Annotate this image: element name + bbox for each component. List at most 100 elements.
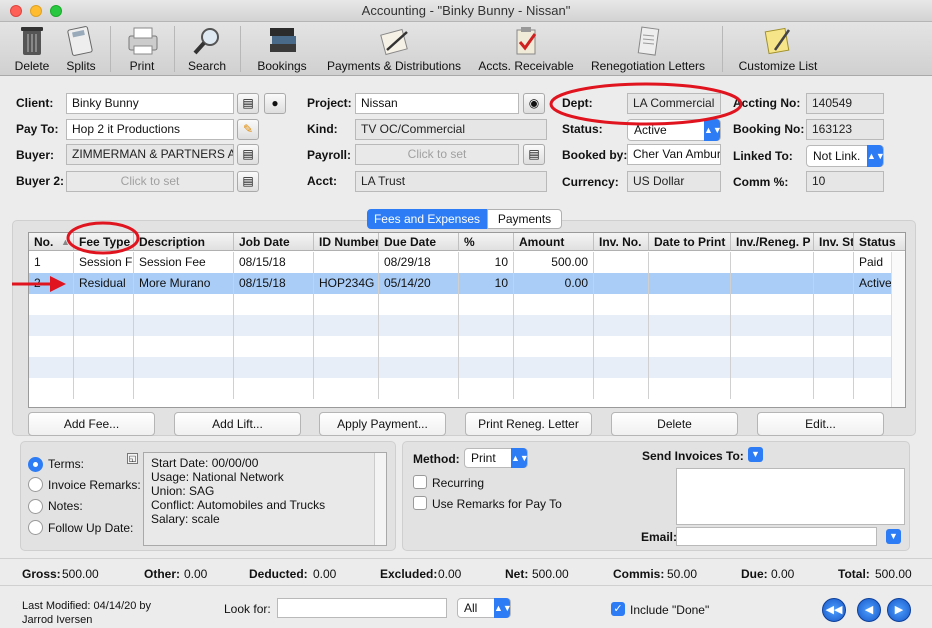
table-scrollbar[interactable] [891,252,905,407]
invoice-remarks-radio[interactable] [28,477,43,492]
column-header[interactable]: Status [854,233,905,251]
edit-fee-button[interactable]: Edit... [757,412,884,436]
payto-field[interactable]: Hop 2 it Productions [66,119,234,140]
terms-text-area[interactable]: Start Date: 00/00/00 Usage: National Netw… [143,452,387,546]
include-done-checkbox[interactable]: ✓ [611,602,625,616]
pencil-icon: ✎ [242,122,254,136]
column-header[interactable]: Amount [514,233,594,251]
dept-field[interactable]: LA Commercial [627,93,721,114]
printer-icon [127,26,158,56]
column-header[interactable]: No. ▲ [29,233,74,251]
method-select[interactable]: Print ▲▼ [464,448,529,468]
table-cell [814,378,854,399]
column-header[interactable]: Inv./Reneg. P [731,233,814,251]
email-field[interactable] [676,527,877,546]
card-icon: ▤ [242,147,254,161]
column-header[interactable]: % [459,233,514,251]
fees-table[interactable]: No. ▲ Fee Type Description Job Date ID Numbe… [28,232,906,408]
print-reneg-letter-button[interactable]: Print Reneg. Letter [465,412,592,436]
minimize-window-button[interactable] [30,5,42,17]
linked-select[interactable]: Not Link. ▲▼ [806,145,885,167]
delete-fee-button[interactable]: Delete [611,412,738,436]
empty-table-row[interactable] [29,378,905,399]
empty-table-row[interactable] [29,315,905,336]
terms-line: Conflict: Automobiles and Trucks [151,498,326,512]
search-toolbar-button[interactable]: Search [182,24,232,74]
booking-field[interactable]: 163123 [806,119,884,140]
project-field[interactable]: Nissan [355,93,519,114]
status-select[interactable]: Active ▲▼ [627,119,722,141]
comm-field[interactable]: 10 [806,171,884,192]
filter-select[interactable]: All ▲▼ [457,598,512,618]
email-label: Email: [641,530,678,544]
payments-distributions-toolbar-button[interactable]: Payments & Distributions [326,24,462,74]
send-invoices-list[interactable] [676,468,905,525]
buyer-card-button[interactable]: ▤ [237,144,259,165]
followup-radio[interactable] [28,520,43,535]
tab-payments[interactable]: Payments [487,209,562,229]
kind-field[interactable]: TV OC/Commercial [355,119,547,140]
acct-field[interactable]: LA Trust [355,171,547,192]
close-window-button[interactable] [10,5,22,17]
expand-icon[interactable]: ◱ [127,453,138,464]
table-row[interactable]: 2 Residual More Murano 08/15/18 HOP234G 05/14… [29,273,905,294]
send-invoices-dropdown[interactable]: ▼ [748,447,763,462]
buyer2-card-button[interactable]: ▤ [237,171,259,192]
currency-field[interactable]: US Dollar [627,171,721,192]
customize-list-toolbar-button[interactable]: Customize List [734,24,822,74]
table-cell [314,315,379,336]
email-dropdown[interactable]: ▼ [886,529,901,544]
column-header[interactable]: Description [134,233,234,251]
client-field[interactable]: Binky Bunny [66,93,234,114]
column-header[interactable]: Date to Print [649,233,731,251]
buyer-field[interactable]: ZIMMERMAN & PARTNERS ADV [66,144,234,165]
add-fee-button[interactable]: Add Fee... [28,412,155,436]
use-remarks-checkbox[interactable] [413,496,427,510]
splits-toolbar-button[interactable]: Splits [58,24,104,74]
table-cell [379,336,459,357]
empty-table-row[interactable] [29,336,905,357]
apply-payment-button[interactable]: Apply Payment... [319,412,446,436]
print-toolbar-button[interactable]: Print [118,24,166,74]
empty-table-row[interactable] [29,357,905,378]
other-value: 0.00 [184,567,208,581]
column-header[interactable]: Inv. No. [594,233,649,251]
column-header[interactable]: Job Date [234,233,314,251]
renegotiation-letters-toolbar-button[interactable]: Renegotiation Letters [588,24,708,74]
previous-record-button[interactable]: ◀ [857,598,881,622]
first-record-button[interactable]: ◀◀ [822,598,846,622]
payroll-card-button[interactable]: ▤ [523,144,545,165]
accting-field[interactable]: 140549 [806,93,884,114]
bookings-toolbar-button[interactable]: Bookings [252,24,312,74]
column-header[interactable]: Due Date [379,233,459,251]
add-lift-button[interactable]: Add Lift... [174,412,301,436]
delete-toolbar-button[interactable]: Delete [8,24,56,74]
terms-scrollbar[interactable] [374,453,386,545]
payroll-field[interactable]: Click to set [355,144,519,165]
payto-edit-button[interactable]: ✎ [237,119,259,140]
table-cell: Session F [74,252,134,273]
client-person-button[interactable]: ● [264,93,286,114]
column-header[interactable]: Fee Type [74,233,134,251]
recurring-checkbox[interactable] [413,475,427,489]
project-reel-button[interactable]: ◉ [523,93,545,114]
terms-radio[interactable] [28,457,43,472]
table-cell [134,315,234,336]
table-cell [234,315,314,336]
client-card-button[interactable]: ▤ [237,93,259,114]
table-cell [731,357,814,378]
notes-radio[interactable] [28,499,43,514]
accts-receivable-toolbar-button[interactable]: Accts. Receivable [474,24,578,74]
table-cell: Residual [74,273,134,294]
column-header[interactable]: ID Number [314,233,379,251]
table-row[interactable]: 1 Session F Session Fee 08/15/18 08/29/18 10 5… [29,252,905,273]
bookedby-field[interactable]: Cher Van Ambur [627,144,721,165]
next-record-button[interactable]: ▶ [887,598,911,622]
zoom-window-button[interactable] [50,5,62,17]
column-header[interactable]: Inv. St [814,233,854,251]
look-for-input[interactable] [277,598,447,618]
tab-fees-and-expenses[interactable]: Fees and Expenses [367,209,487,229]
buyer2-field[interactable]: Click to set [66,171,234,192]
empty-table-row[interactable] [29,294,905,315]
chevron-updown-icon: ▲▼ [494,598,512,618]
